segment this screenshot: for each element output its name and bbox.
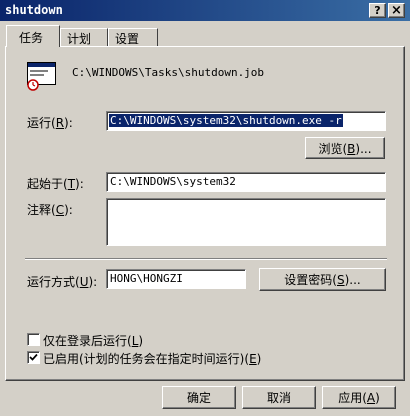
job-path: C:\WINDOWS\Tasks\shutdown.job [72, 66, 265, 79]
tab-schedule[interactable]: 计划 [60, 28, 108, 47]
tab-task-label: 任务 [19, 31, 44, 45]
window-title: shutdown [5, 3, 63, 17]
close-button[interactable]: × [388, 3, 405, 18]
run-value: C:\WINDOWS\system32\shutdown.exe -r [109, 114, 343, 127]
start-in-value: C:\WINDOWS\system32 [110, 175, 236, 188]
tab-settings[interactable]: 设置 [108, 28, 158, 47]
run-label: 运行(R): [27, 116, 73, 130]
browse-button[interactable]: 浏览(B)... [305, 137, 385, 159]
tab-task[interactable]: 任务 [6, 25, 60, 47]
start-in-label: 起始于(T): [27, 177, 84, 191]
divider [25, 258, 387, 260]
run-as-field[interactable]: HONG\HONGZI [106, 269, 246, 289]
only-logged-on-checkbox[interactable] [27, 333, 40, 346]
apply-label: 应用(A) [338, 391, 380, 405]
run-as-label: 运行方式(U): [27, 275, 98, 289]
comments-textarea[interactable] [106, 198, 386, 246]
ok-button[interactable]: 确定 [162, 386, 236, 409]
apply-button[interactable]: 应用(A) [322, 386, 396, 409]
enabled-row[interactable]: 已启用(计划的任务会在指定时间运行)(E) [27, 350, 397, 366]
run-as-value: HONG\HONGZI [110, 272, 183, 285]
checkmark-icon [29, 353, 38, 361]
tab-schedule-label: 计划 [67, 32, 92, 46]
only-logged-on-row[interactable]: 仅在登录后运行(L) [27, 332, 327, 348]
enabled-checkbox[interactable] [27, 351, 40, 364]
tab-settings-label: 设置 [115, 32, 140, 46]
browse-label: 浏览(B)... [318, 141, 372, 156]
enabled-label: 已启用(计划的任务会在指定时间运行)(E) [43, 352, 262, 366]
cancel-label: 取消 [266, 391, 291, 405]
cancel-button[interactable]: 取消 [242, 386, 316, 409]
set-password-button[interactable]: 设置密码(S)... [259, 268, 386, 291]
start-in-field[interactable]: C:\WINDOWS\system32 [106, 172, 386, 192]
help-icon: ? [374, 4, 381, 17]
task-icon [27, 62, 57, 91]
close-icon: × [391, 3, 402, 18]
ok-label: 确定 [186, 391, 211, 405]
set-password-label: 设置密码(S)... [284, 273, 361, 287]
help-button[interactable]: ? [369, 3, 386, 18]
only-logged-on-label: 仅在登录后运行(L) [43, 334, 144, 348]
comments-label: 注释(C): [27, 203, 73, 217]
title-bar[interactable]: shutdown ? × [0, 0, 410, 21]
run-field[interactable]: C:\WINDOWS\system32\shutdown.exe -r [106, 111, 386, 131]
